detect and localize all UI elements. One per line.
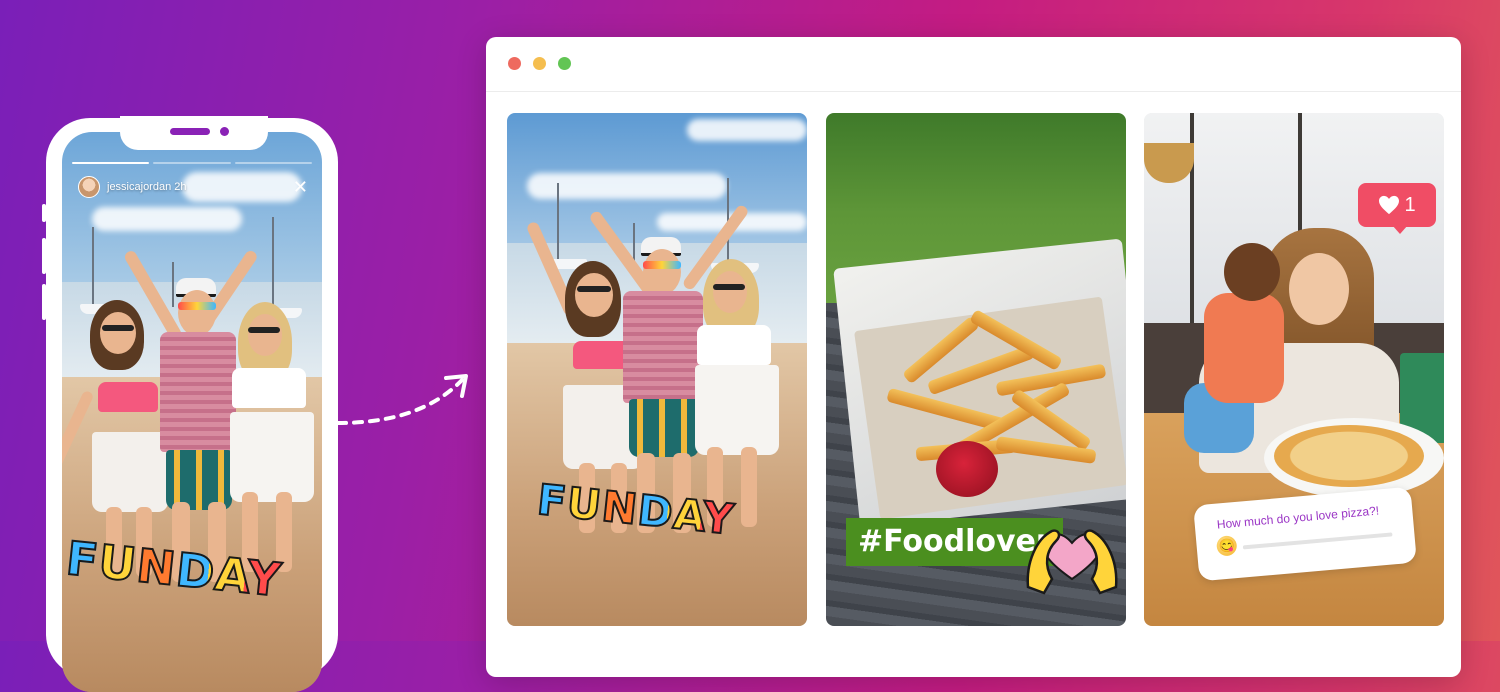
phone-side-button [42,204,46,222]
story-progress-segment [234,162,312,164]
browser-titlebar [486,37,1461,92]
story-username[interactable]: jessicajordan 2h [107,181,187,193]
story-screen[interactable]: FUNDAY jessicajordan 2h ✕ [62,132,322,692]
browser-window: FUNDAY #Foodlover 1 How much do you love… [486,37,1461,677]
phone-camera [220,127,229,136]
story-progress [72,162,312,164]
poll-question: How much do you love pizza?! [1216,503,1380,532]
window-minimize-button[interactable] [533,57,546,70]
phone-volume-up [42,238,46,274]
pizza-photo: 1 How much do you love pizza?! 😋 [1144,113,1444,626]
close-icon[interactable]: ✕ [293,178,308,196]
beach-photo: FUNDAY [507,113,807,626]
story-header: jessicajordan 2h ✕ [78,174,308,200]
story-card-fries[interactable]: #Foodlover [826,113,1126,626]
phone-volume-down [42,284,46,320]
poll-slider-track[interactable] [1242,532,1393,550]
story-card-beach[interactable]: FUNDAY [507,113,807,626]
heart-hands-icon [1026,529,1118,595]
avatar[interactable] [78,176,100,198]
like-badge-tail [1392,225,1408,234]
phone-notch [120,116,268,150]
window-maximize-button[interactable] [558,57,571,70]
poll-emoji-slider-thumb[interactable]: 😋 [1215,535,1238,557]
dashed-arrow-icon [336,374,468,425]
story-progress-fill-1 [72,162,150,164]
like-count: 1 [1404,193,1416,216]
phone-mockup: FUNDAY jessicajordan 2h ✕ [42,116,338,692]
fries-photo: #Foodlover [826,113,1126,626]
heart-icon [1379,195,1400,215]
window-close-button[interactable] [508,57,521,70]
story-progress-segment [153,162,231,164]
story-photo: FUNDAY [62,132,322,692]
story-card-pizza[interactable]: 1 How much do you love pizza?! 😋 [1144,113,1444,626]
story-progress-segment [72,162,150,164]
phone-speaker [170,128,210,135]
like-count-badge[interactable]: 1 [1358,183,1436,227]
